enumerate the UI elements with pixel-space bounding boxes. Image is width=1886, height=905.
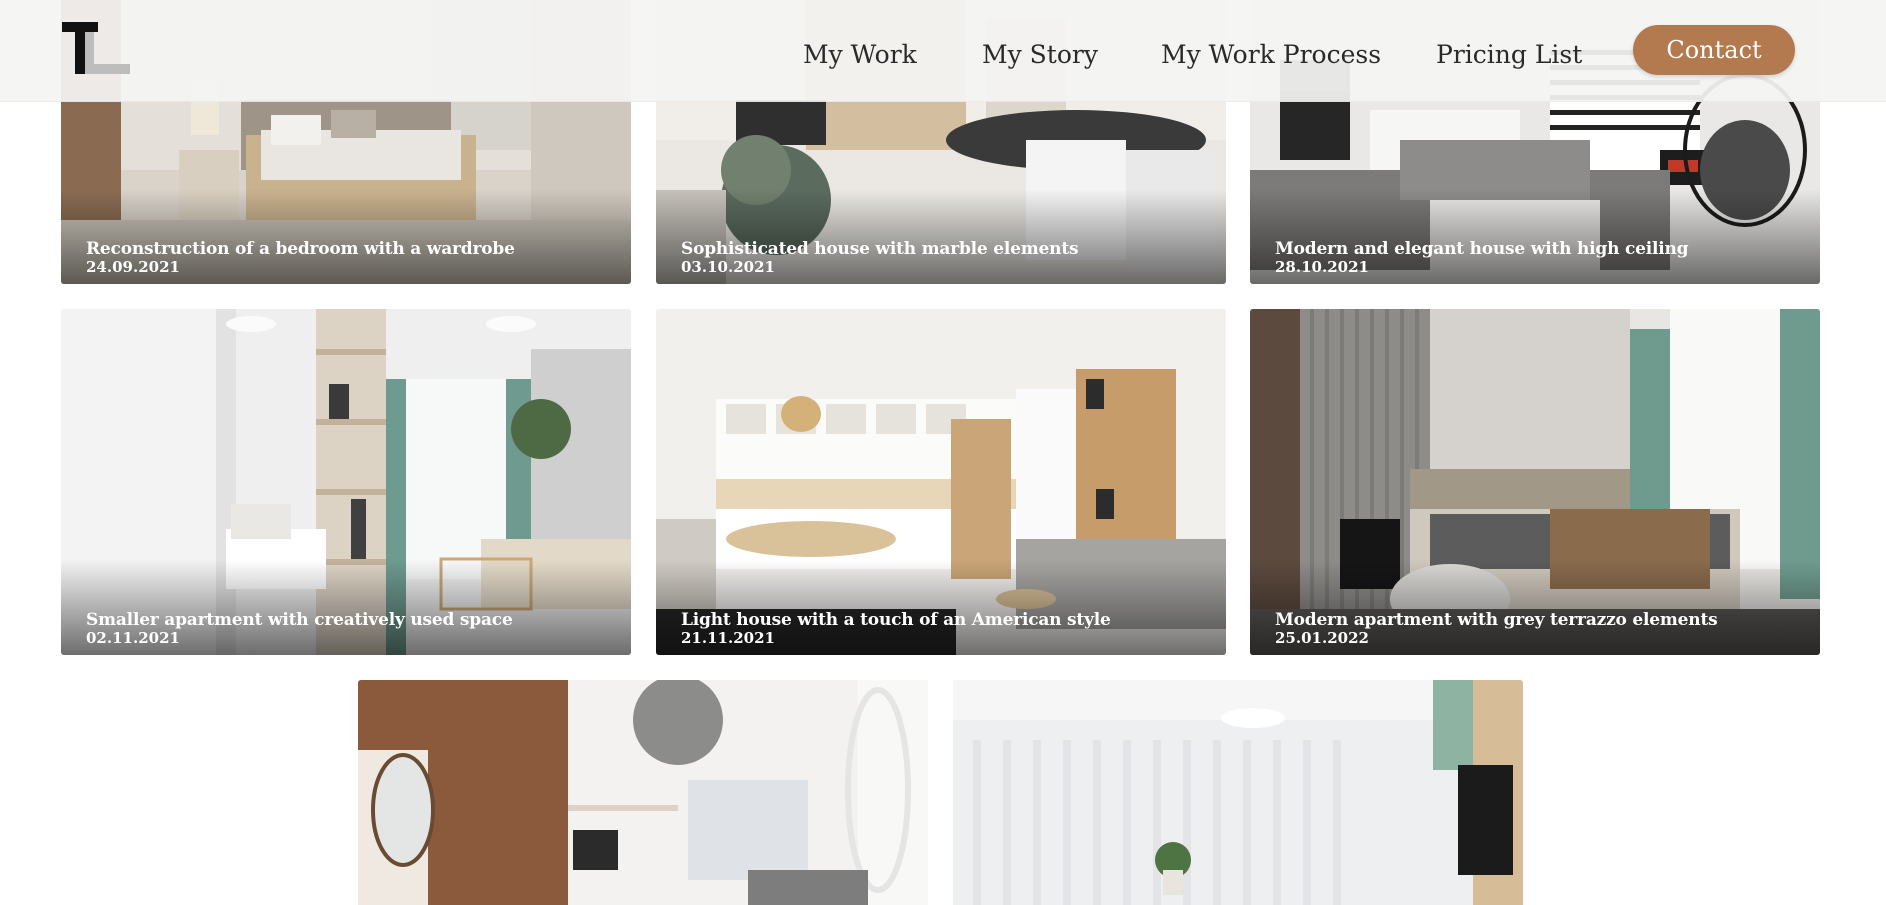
contact-button[interactable]: Contact bbox=[1633, 25, 1795, 75]
project-date: 24.09.2021 bbox=[86, 258, 180, 276]
project-card[interactable]: Modern apartment with grey terrazzo elem… bbox=[1250, 309, 1820, 655]
wooden-wardrobe-apartment-photo bbox=[358, 680, 928, 905]
project-title: Sophisticated house with marble elements bbox=[681, 239, 1079, 259]
project-card[interactable] bbox=[953, 680, 1523, 905]
project-date: 03.10.2021 bbox=[681, 258, 775, 276]
project-title: Smaller apartment with creatively used s… bbox=[86, 610, 513, 630]
project-title: Reconstruction of a bedroom with a wardr… bbox=[86, 239, 515, 259]
project-date: 25.01.2022 bbox=[1275, 629, 1369, 647]
nav-my-work[interactable]: My Work bbox=[803, 42, 917, 67]
nav-my-work-process[interactable]: My Work Process bbox=[1161, 42, 1381, 67]
site-header: My Work My Story My Work Process Pricing… bbox=[0, 0, 1886, 102]
project-title: Light house with a touch of an American … bbox=[681, 610, 1111, 630]
project-card[interactable] bbox=[358, 680, 928, 905]
tl-logo[interactable] bbox=[62, 18, 137, 78]
project-date: 02.11.2021 bbox=[86, 629, 180, 647]
project-date: 21.11.2021 bbox=[681, 629, 775, 647]
project-title: Modern apartment with grey terrazzo elem… bbox=[1275, 610, 1718, 630]
curtained-living-room-photo bbox=[953, 680, 1523, 905]
nav-my-story[interactable]: My Story bbox=[982, 42, 1098, 67]
project-card[interactable]: Light house with a touch of an American … bbox=[656, 309, 1226, 655]
nav-pricing-list[interactable]: Pricing List bbox=[1436, 42, 1582, 67]
project-title: Modern and elegant house with high ceili… bbox=[1275, 239, 1689, 259]
project-date: 28.10.2021 bbox=[1275, 258, 1369, 276]
project-card[interactable]: Smaller apartment with creatively used s… bbox=[61, 309, 631, 655]
